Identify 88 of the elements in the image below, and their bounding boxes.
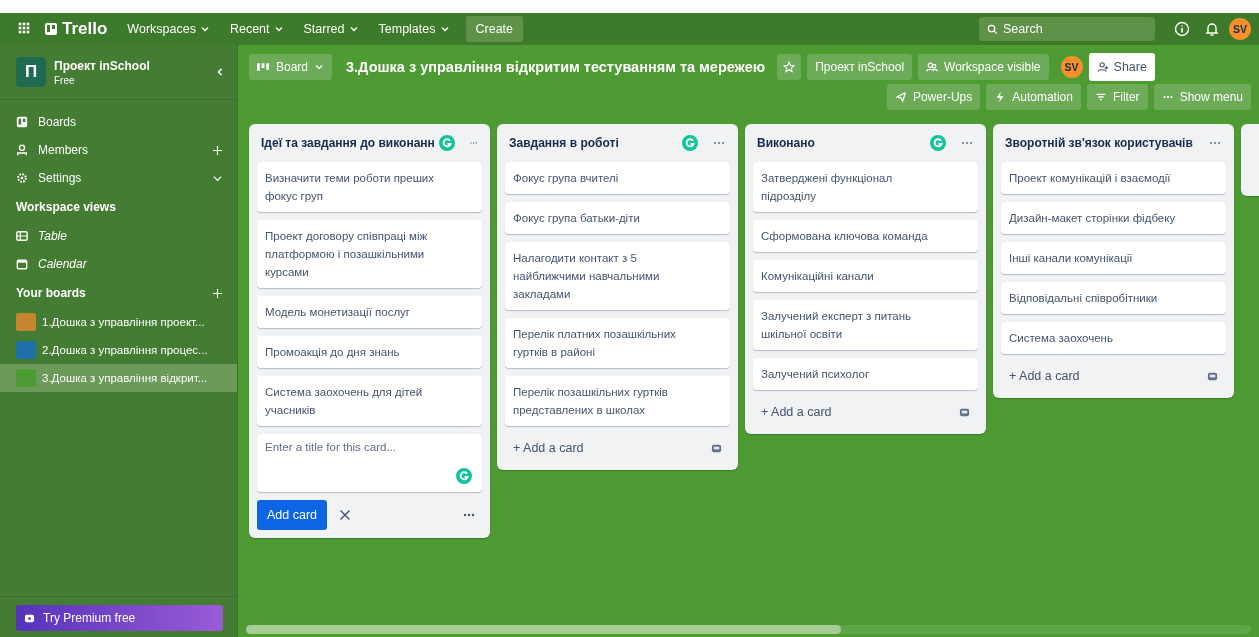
card[interactable]: Інші канали комунікації <box>1001 242 1226 274</box>
user-avatar[interactable]: SV <box>1229 18 1251 40</box>
board-view-icon <box>257 62 270 72</box>
caret-icon <box>273 24 284 34</box>
section-heading: Your boards <box>16 286 86 300</box>
card[interactable]: Проект договору співпраці між платформою і позашкільними курсами <box>257 220 482 288</box>
caret-icon <box>348 24 359 34</box>
more-icon[interactable] <box>462 512 476 518</box>
more-icon[interactable] <box>1208 140 1222 146</box>
star-icon <box>783 61 796 73</box>
card[interactable]: Перелік позашкільних гуртків представлених в школах <box>505 376 730 426</box>
create-button[interactable]: Create <box>465 16 524 42</box>
template-icon[interactable] <box>959 406 970 418</box>
add-card-link[interactable]: + Add a card <box>761 405 832 419</box>
rocket-icon <box>894 91 907 103</box>
logo-text: Trello <box>62 19 108 39</box>
people-icon <box>926 61 939 73</box>
card[interactable]: Промоакція до дня знань <box>257 336 482 368</box>
add-card-link[interactable]: + Add a card <box>1009 369 1080 383</box>
apps-grid-icon[interactable] <box>18 22 32 36</box>
calendar-icon <box>16 258 28 270</box>
nav-menu[interactable]: Recent <box>221 18 292 40</box>
star-button[interactable] <box>777 54 802 80</box>
board-link[interactable]: 1.Дошка з управління проект... <box>0 308 237 336</box>
settings-icon <box>16 172 28 184</box>
bell-icon[interactable] <box>1204 21 1220 37</box>
add-card-link[interactable]: + Add a card <box>513 441 584 455</box>
add-card-button[interactable]: Add card <box>257 500 328 530</box>
list-title[interactable]: Ідеї та завдання до виконанн <box>261 136 435 150</box>
card[interactable]: Система заохочень <box>1001 322 1226 354</box>
card[interactable]: Система заохочень для дітей учасників <box>257 376 482 426</box>
card[interactable]: Відповідальні співробітники <box>1001 282 1226 314</box>
scrollbar-thumb[interactable] <box>246 625 841 634</box>
sidebar-item[interactable]: Boards <box>38 115 223 129</box>
logo-icon <box>44 22 58 36</box>
close-icon[interactable] <box>339 509 352 521</box>
card[interactable]: Визначити теми роботи преших фокус груп <box>257 162 482 212</box>
sidebar-item[interactable]: Members <box>38 143 202 157</box>
info-icon[interactable] <box>1174 21 1190 37</box>
premium-icon <box>24 612 35 624</box>
person-icon <box>16 144 28 156</box>
sidebar-item[interactable]: Calendar <box>38 257 223 271</box>
more-icon[interactable] <box>712 140 726 146</box>
sidebar-item[interactable]: Table <box>38 229 223 243</box>
filter-icon <box>1094 91 1107 103</box>
collapse-icon[interactable] <box>215 67 225 77</box>
card[interactable]: Комунікаційні канали <box>753 260 978 292</box>
plus-icon[interactable] <box>212 287 223 299</box>
share-button[interactable]: Share <box>1088 53 1155 81</box>
caret-icon <box>439 24 450 34</box>
section-heading: Workspace views <box>16 200 116 214</box>
card[interactable]: Залучений психолог <box>753 358 978 390</box>
nav-menu[interactable]: Templates <box>370 18 458 40</box>
workspace-avatar: П <box>16 57 46 87</box>
card[interactable]: Сформована ключова команда <box>753 220 978 252</box>
card[interactable]: Налагодити контакт з 5 найближчими навчальними закладами <box>505 242 730 310</box>
caret-icon <box>199 24 210 34</box>
card[interactable]: Проект комунікацій і взаємодії <box>1001 162 1226 194</box>
table-icon <box>16 230 28 242</box>
template-icon[interactable] <box>1207 370 1218 382</box>
card[interactable]: Фокус група батьки-діти <box>505 202 730 234</box>
sidebar-item[interactable]: Settings <box>38 171 202 185</box>
list-title[interactable]: Виконано <box>757 136 926 150</box>
more-icon[interactable] <box>960 140 974 146</box>
board-icon <box>16 116 28 128</box>
card[interactable]: Перелік платних позашкільних гуртків в районі <box>505 318 730 368</box>
list-title[interactable]: Завдання в роботі <box>509 136 678 150</box>
card[interactable]: Фокус група вчителі <box>505 162 730 194</box>
nav-menu[interactable]: Starred <box>295 18 367 40</box>
board-link[interactable]: 2.Дошка з управління процес... <box>0 336 237 364</box>
card[interactable]: Дизайн-макет сторінки фідбеку <box>1001 202 1226 234</box>
plus-icon[interactable] <box>212 144 223 156</box>
add-person-icon <box>1096 61 1109 73</box>
list-title[interactable]: Зворотній зв'язок користувачів <box>1005 136 1194 150</box>
member-avatar[interactable]: SV <box>1060 56 1083 78</box>
template-icon[interactable] <box>711 442 722 454</box>
plan-label: Free <box>54 74 76 86</box>
search-icon <box>987 24 998 35</box>
card-title-field[interactable]: Enter a title for this card... <box>257 434 482 492</box>
card[interactable]: Залучений експерт з питань шкільної освіти <box>753 300 978 350</box>
nav-menu[interactable]: Workspaces <box>119 18 218 40</box>
workspace-name: Проект inSchool <box>54 58 151 73</box>
search-field[interactable]: Search <box>979 17 1155 41</box>
board-title[interactable]: 3.Дошка з управління відкритим тестуванням та мережею <box>346 59 766 75</box>
caret-icon <box>314 62 325 72</box>
card[interactable]: Затверджені функціонал підрозділу <box>753 162 978 212</box>
premium-button[interactable]: Try Premium free <box>16 605 223 631</box>
card[interactable]: Модель монетизації послуг <box>257 296 482 328</box>
